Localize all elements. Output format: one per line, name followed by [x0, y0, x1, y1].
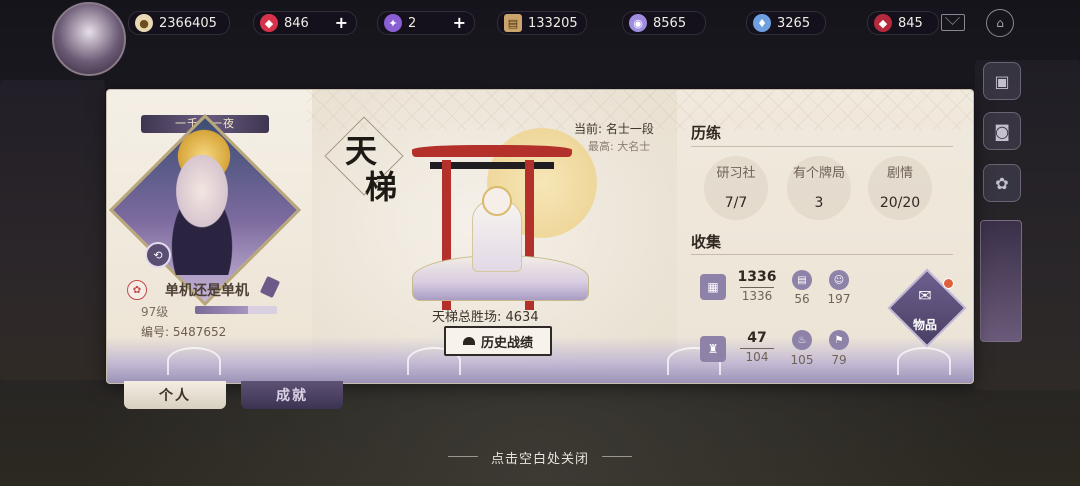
ladder-total-wins: 天梯总胜场: 4634 [432, 310, 539, 325]
resource-coin: ● 2366405 [128, 11, 230, 35]
resource-value: 846 [284, 15, 309, 31]
player-avatar[interactable] [52, 2, 126, 76]
training-label: 研习社 [716, 166, 756, 181]
resource-red-crystal: ◆ 845 [867, 11, 939, 35]
card-stack-icon[interactable]: ▤ [792, 270, 812, 290]
swap-portrait-icon[interactable]: ⟲ [145, 242, 171, 268]
gift-box-icon: ✉ [918, 286, 932, 305]
torii-gate-top [412, 145, 572, 157]
purple-orb-icon: ◉ [629, 14, 647, 32]
role-icon: ✿ [127, 280, 147, 300]
training-value: 7/7 [724, 195, 748, 211]
fraction-line [740, 348, 774, 349]
mail-icon[interactable] [941, 14, 965, 31]
scroll-icon: ▤ [504, 14, 522, 32]
collection-title: 收集 [691, 233, 722, 251]
side-event-banner[interactable] [980, 220, 1022, 342]
divider [691, 146, 953, 147]
level-progress-fill [195, 306, 249, 314]
player-name: 单机还是单机 [165, 283, 249, 299]
flower-menu-icon[interactable]: ✿ [983, 164, 1021, 202]
deity-head [482, 186, 512, 216]
resource-value: 2 [408, 15, 417, 31]
training-value: 20/20 [879, 195, 921, 211]
home-icon[interactable]: ⌂ [986, 9, 1014, 37]
training-label: 有个牌局 [792, 166, 845, 181]
outfits-owned: 47 [747, 330, 767, 346]
outfit-collection-icon[interactable]: ♜ [700, 336, 726, 362]
resource-value: 845 [898, 15, 923, 31]
history-record-button[interactable]: 历史战绩 [444, 326, 552, 356]
stamp-count: 79 [831, 353, 847, 367]
flame-icon[interactable]: ♨ [792, 330, 812, 350]
add-purple-ticket-button[interactable]: + [453, 13, 466, 32]
cards-total: 1336 [741, 289, 773, 303]
resource-red-jade: ◆ 846 + [253, 11, 357, 35]
training-label: 剧情 [886, 166, 913, 181]
video-camera-icon[interactable]: ▣ [983, 62, 1021, 100]
resource-value: 3265 [777, 15, 811, 31]
resource-purple-orb: ◉ 8565 [622, 11, 706, 35]
camera-icon[interactable]: ◙ [983, 112, 1021, 150]
resource-scroll: ▤ 133205 [497, 11, 587, 35]
ladder-best-rank: 最高: 大名士 [588, 140, 651, 153]
items-label: 物品 [912, 318, 937, 332]
tab-personal[interactable]: 个人 [124, 381, 226, 409]
divider [691, 254, 953, 255]
training-study-club[interactable]: 研习社 7/7 [696, 162, 776, 211]
fraction-line [740, 287, 774, 288]
cards-owned: 1336 [737, 269, 777, 285]
tab-achievements[interactable]: 成就 [241, 381, 343, 409]
resource-blue-flame: ♦ 3265 [746, 11, 826, 35]
red-crystal-icon: ◆ [874, 14, 892, 32]
purple-ticket-icon: ✦ [384, 14, 402, 32]
history-record-label: 历史战绩 [480, 335, 533, 351]
notification-dot [943, 278, 954, 289]
outfits-total: 104 [745, 350, 769, 364]
resource-value: 2366405 [159, 15, 217, 31]
close-hint[interactable]: 点击空白处关闭 [0, 448, 1080, 467]
level-progress-bar [195, 306, 277, 314]
coin-icon: ● [135, 14, 153, 32]
training-title: 历练 [691, 124, 722, 142]
sticker-icon[interactable]: ☺ [829, 270, 849, 290]
ladder-current-rank: 当前: 名士一段 [574, 122, 654, 136]
card-collection-icon[interactable]: ▦ [700, 274, 726, 300]
profile-card: 一千零一夜 ⟲ ✿ 单机还是单机 97级 编号: 5487652 天 梯 当前:… [107, 90, 973, 383]
ladder-logo-char: 梯 [365, 168, 398, 206]
resource-purple-ticket: ✦ 2 + [377, 11, 475, 35]
player-id: 编号: 5487652 [141, 325, 227, 339]
sticker-count: 197 [827, 292, 851, 306]
training-card-game[interactable]: 有个牌局 3 [779, 162, 859, 211]
stamp-icon[interactable]: ⚑ [829, 330, 849, 350]
top-resource-bar: ● 2366405 ◆ 846 + ✦ 2 + ▤ 133205 ◉ 8565 … [0, 0, 1080, 76]
red-jade-icon: ◆ [260, 14, 278, 32]
card-stack-count: 56 [794, 292, 810, 306]
training-value: 3 [814, 195, 824, 211]
blue-flame-icon: ♦ [753, 14, 771, 32]
player-level: 97级 [141, 305, 169, 319]
fan-icon [462, 337, 475, 345]
wave-curl-decoration [897, 347, 951, 375]
add-red-jade-button[interactable]: + [335, 13, 348, 32]
flame-count: 105 [790, 353, 814, 367]
wave-curl-decoration [167, 347, 221, 375]
background-building-left [0, 80, 105, 380]
resource-value: 8565 [653, 15, 687, 31]
resource-value: 133205 [528, 15, 578, 31]
training-story[interactable]: 剧情 20/20 [860, 162, 940, 211]
